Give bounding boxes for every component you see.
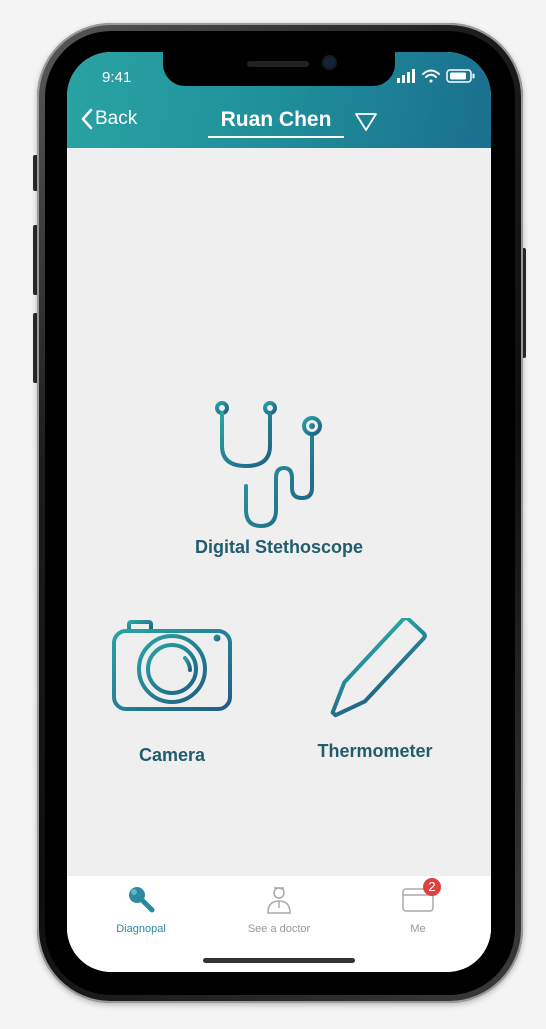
title-underline: Ruan Chen <box>208 106 344 138</box>
thermometer-label: Thermometer <box>317 741 433 761</box>
camera-button[interactable]: Camera <box>97 618 247 766</box>
phone-screen: 9:41 Back Ruan Chen Digital Stethoscope … <box>67 52 491 972</box>
page-title: Ruan Chen <box>220 108 332 131</box>
tab-me-label: Me <box>410 923 426 935</box>
signal-icon <box>397 69 415 83</box>
header-bar: 9:41 Back Ruan Chen <box>67 52 491 148</box>
home-indicator[interactable] <box>203 958 355 963</box>
status-time: 9:41 <box>102 69 132 86</box>
back-label: Back <box>95 108 138 129</box>
stethoscope-icon <box>206 401 322 528</box>
wifi-icon <box>422 69 440 83</box>
stage: 9:41 Back Ruan Chen Digital Stethoscope … <box>0 0 546 1029</box>
chevron-left-icon <box>81 108 93 130</box>
status-icons <box>397 69 475 83</box>
doctor-icon <box>267 887 291 914</box>
camera-label: Camera <box>138 745 206 765</box>
battery-icon <box>446 69 475 83</box>
tab-me[interactable]: 2 Me <box>358 878 478 935</box>
triangle-down-icon[interactable] <box>354 112 378 132</box>
speaker <box>247 61 309 67</box>
magnifier-icon <box>129 887 155 913</box>
main-content: Digital Stethoscope Camera Thermometer <box>67 148 491 878</box>
tab-see-a-doctor[interactable]: See a doctor <box>219 884 339 935</box>
tab-see-a-doctor-label: See a doctor <box>247 923 311 935</box>
thermometer-button[interactable]: Thermometer <box>300 615 450 762</box>
tab-diagnopal-label: Diagnopal <box>116 923 166 935</box>
digital-stethoscope-label: Digital Stethoscope <box>194 537 364 557</box>
back-button[interactable]: Back <box>81 108 137 130</box>
tab-diagnopal[interactable]: Diagnopal <box>81 884 201 935</box>
front-camera <box>324 57 335 68</box>
digital-stethoscope-button[interactable]: Digital Stethoscope <box>168 398 390 558</box>
notch <box>163 52 395 86</box>
tab-bar: Diagnopal See a doctor 2 Me <box>67 876 491 972</box>
thermometer-icon <box>330 615 427 718</box>
camera-icon <box>112 620 232 711</box>
notification-badge: 2 <box>423 878 441 896</box>
